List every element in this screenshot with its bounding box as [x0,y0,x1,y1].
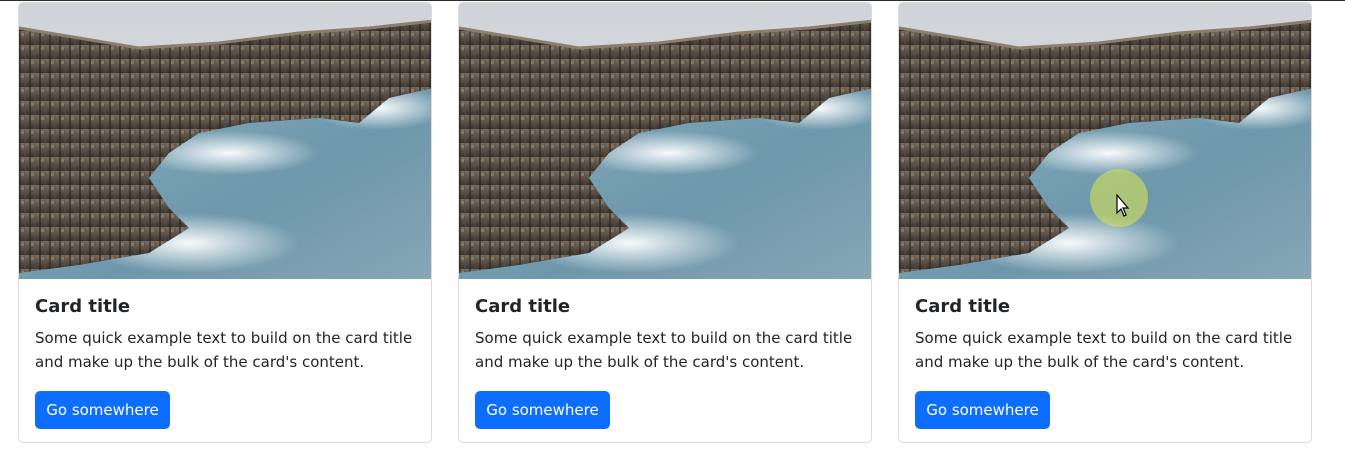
go-somewhere-button[interactable]: Go somewhere [915,391,1050,429]
card-image [19,3,431,279]
mouse-pointer-icon [1116,194,1130,217]
card-1: Card title Some quick example text to bu… [18,2,432,443]
card-2: Card title Some quick example text to bu… [458,2,872,443]
card-body: Card title Some quick example text to bu… [915,295,1297,374]
card-text: Some quick example text to build on the … [35,329,413,371]
card-text: Some quick example text to build on the … [475,329,853,371]
go-somewhere-button[interactable]: Go somewhere [475,391,610,429]
card-image [459,3,871,279]
card-body: Card title Some quick example text to bu… [35,295,417,374]
card-title: Card title [915,296,1011,317]
card-image [899,3,1311,279]
go-somewhere-button[interactable]: Go somewhere [35,391,170,429]
card-title: Card title [475,296,571,317]
card-grid: Card title Some quick example text to bu… [0,0,1345,467]
card-text: Some quick example text to build on the … [915,329,1293,371]
card-body: Card title Some quick example text to bu… [475,295,857,374]
card-title: Card title [35,296,131,317]
